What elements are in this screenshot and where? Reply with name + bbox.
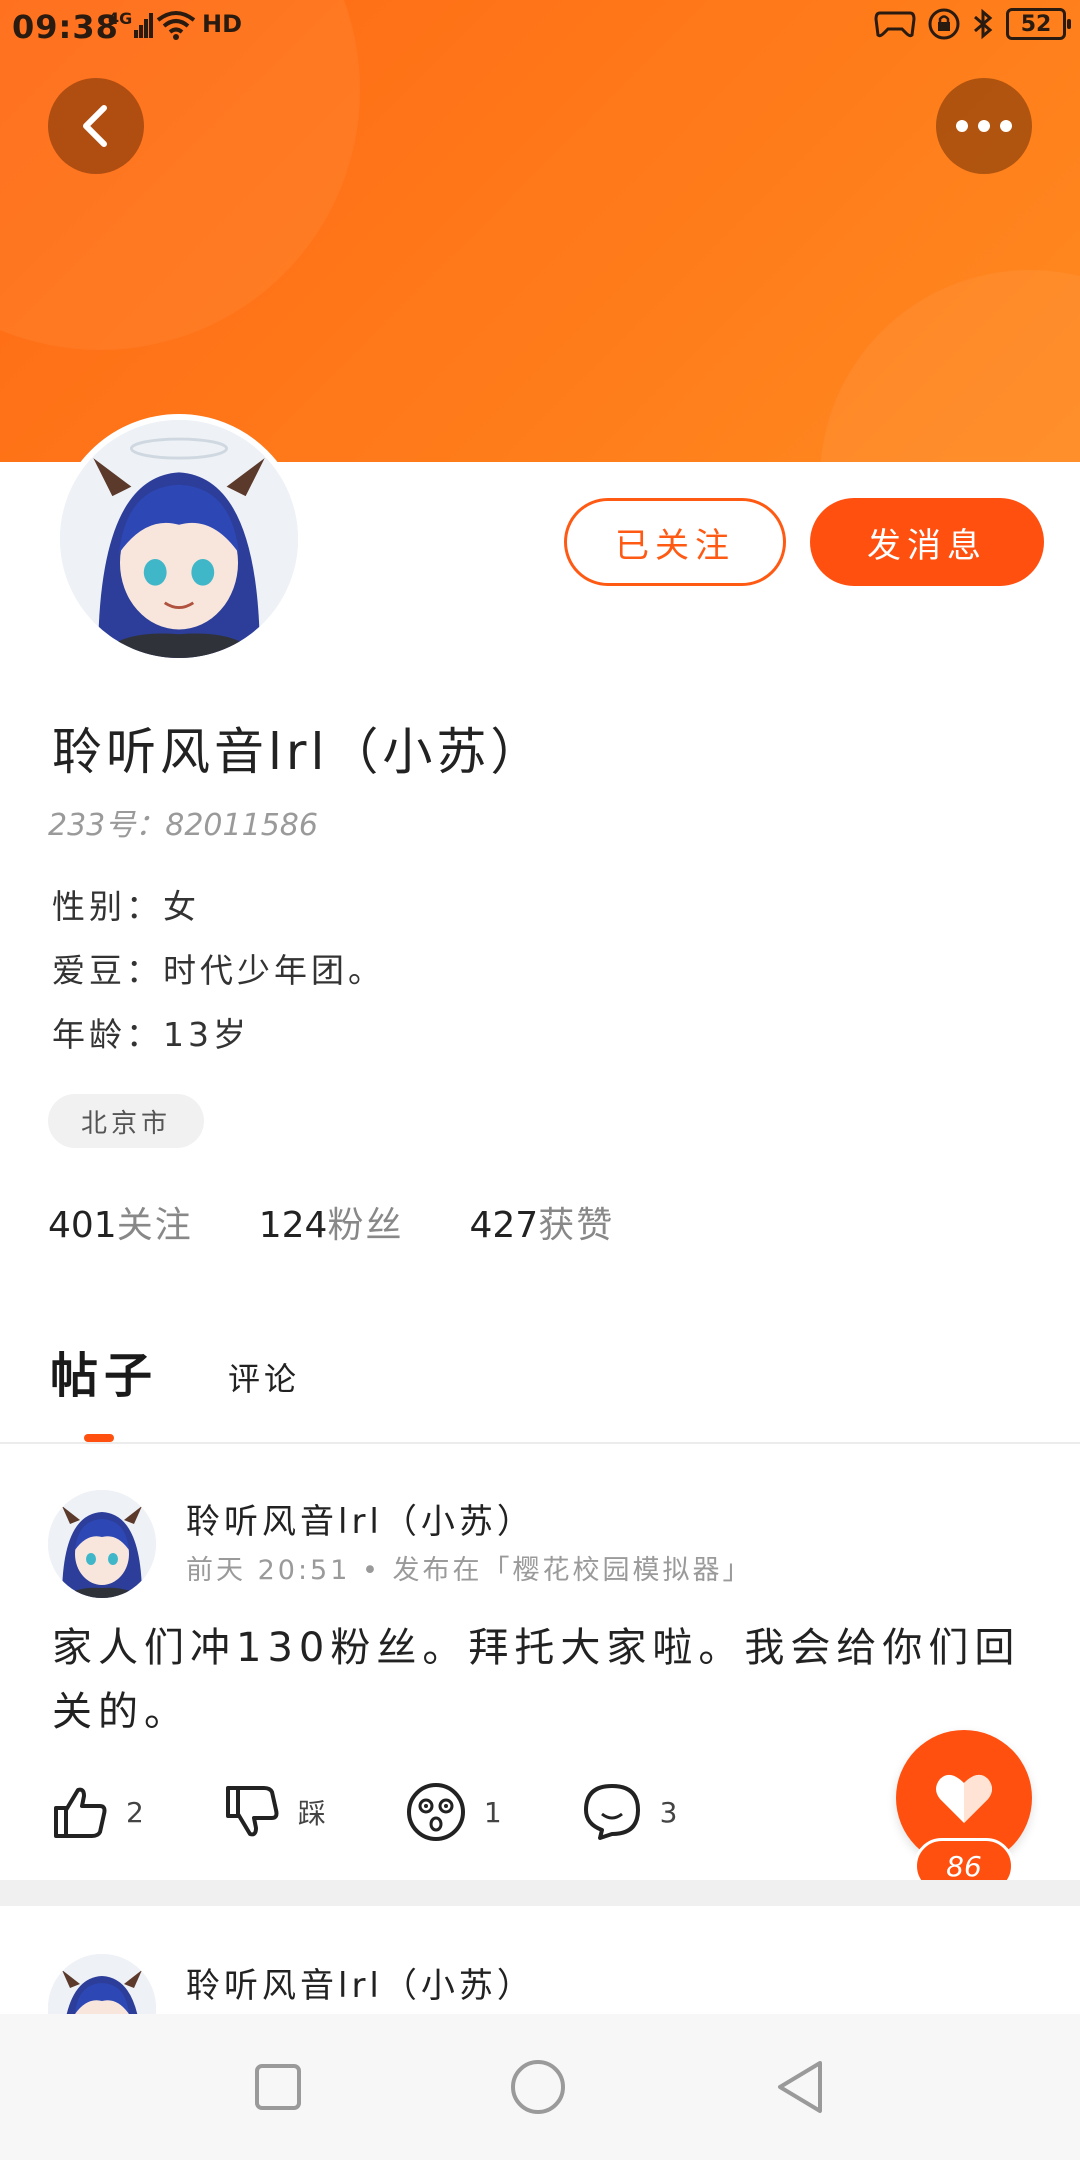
profile-name: 聆听风音lrl（小苏） bbox=[52, 723, 545, 781]
post-meta: 前天 20:51 • 发布在「樱花校园模拟器」 bbox=[186, 1555, 753, 1586]
followed-button[interactable]: 已关注 bbox=[564, 498, 786, 586]
post-author[interactable]: 聆听风音lrl（小苏） bbox=[186, 1494, 535, 1543]
likes-label: 获赞 bbox=[538, 1205, 615, 1246]
dislike-button[interactable]: 踩 bbox=[224, 1784, 326, 1840]
tab-comments[interactable]: 评论 bbox=[228, 1354, 300, 1406]
battery-icon: 52 bbox=[1006, 8, 1071, 40]
bluetooth-icon bbox=[974, 8, 993, 40]
more-icon bbox=[956, 120, 1012, 132]
post-actions: 2 踩 1 3 bbox=[52, 1782, 758, 1842]
hd-indicator: HD bbox=[202, 10, 243, 38]
post-avatar[interactable] bbox=[48, 1490, 156, 1598]
gamepad-icon bbox=[874, 11, 916, 38]
dizzy-face-icon bbox=[406, 1783, 465, 1841]
profile-idol: 爱豆：时代少年团。 bbox=[52, 951, 385, 990]
active-tab-indicator bbox=[84, 1434, 114, 1442]
divider bbox=[0, 1442, 1080, 1444]
profile-avatar[interactable] bbox=[54, 414, 304, 664]
stat-following[interactable]: 401关注 bbox=[48, 1196, 193, 1248]
wifi-icon bbox=[156, 11, 196, 40]
like-count: 2 bbox=[126, 1795, 144, 1829]
comment-count: 3 bbox=[659, 1795, 678, 1829]
network-type: 4G bbox=[108, 9, 133, 28]
profile-gender: 性别：女 bbox=[52, 887, 200, 926]
profile-uid: 233号：82011586 bbox=[48, 808, 318, 843]
avatar-illustration bbox=[60, 420, 298, 658]
likes-count: 427 bbox=[469, 1205, 539, 1246]
city-tag: 北京市 bbox=[48, 1094, 204, 1148]
post-avatar-illustration bbox=[48, 1954, 156, 2014]
following-label: 关注 bbox=[116, 1205, 193, 1246]
lock-icon bbox=[928, 8, 960, 40]
thumb-up-icon bbox=[54, 1787, 107, 1838]
post-author[interactable]: 聆听风音lrl（小苏） bbox=[186, 1958, 535, 2007]
comment-icon bbox=[583, 1784, 640, 1840]
status-time: 09:38 bbox=[12, 8, 119, 46]
status-bar: 09:38 4G HD 52 bbox=[0, 0, 1080, 56]
fans-count: 124 bbox=[258, 1205, 328, 1246]
profile-tabs: 帖子 评论 bbox=[50, 1336, 300, 1406]
post-avatar-illustration bbox=[48, 1490, 156, 1598]
profile-stats: 401关注 124粉丝 427获赞 bbox=[48, 1196, 614, 1248]
square-nav-icon[interactable] bbox=[254, 2063, 302, 2111]
following-count: 401 bbox=[48, 1205, 117, 1246]
dislike-label: 踩 bbox=[297, 1797, 326, 1830]
battery-level: 52 bbox=[1020, 11, 1052, 37]
stat-likes[interactable]: 427获赞 bbox=[469, 1196, 614, 1248]
like-button[interactable]: 2 bbox=[52, 1784, 144, 1840]
dizzy-reaction-button[interactable]: 1 bbox=[406, 1782, 502, 1842]
thumb-down-icon bbox=[225, 1786, 279, 1837]
dizzy-count: 1 bbox=[483, 1795, 502, 1829]
system-nav-bar bbox=[0, 2014, 1080, 2160]
profile-banner bbox=[0, 0, 1080, 462]
post-body[interactable]: 家人们冲130粉丝。拜托大家啦。我会给你们回关的。 bbox=[52, 1616, 1032, 1744]
signal-icon bbox=[134, 13, 153, 38]
stat-fans[interactable]: 124粉丝 bbox=[259, 1196, 404, 1248]
profile-age: 年龄：13岁 bbox=[52, 1015, 250, 1054]
heart-icon bbox=[936, 1774, 992, 1823]
more-button[interactable] bbox=[936, 78, 1032, 174]
fans-label: 粉丝 bbox=[327, 1205, 404, 1246]
back-button[interactable] bbox=[48, 78, 144, 174]
post-avatar[interactable] bbox=[48, 1954, 156, 2014]
tab-posts[interactable]: 帖子 bbox=[50, 1336, 158, 1406]
send-message-button[interactable]: 发消息 bbox=[810, 498, 1044, 586]
circle-nav-icon[interactable] bbox=[510, 2059, 566, 2115]
triangle-back-nav-icon[interactable] bbox=[774, 2059, 826, 2115]
back-icon bbox=[83, 105, 107, 147]
comment-button[interactable]: 3 bbox=[582, 1782, 678, 1842]
banner-decoration bbox=[820, 270, 1080, 462]
post-separator bbox=[0, 1880, 1080, 1906]
